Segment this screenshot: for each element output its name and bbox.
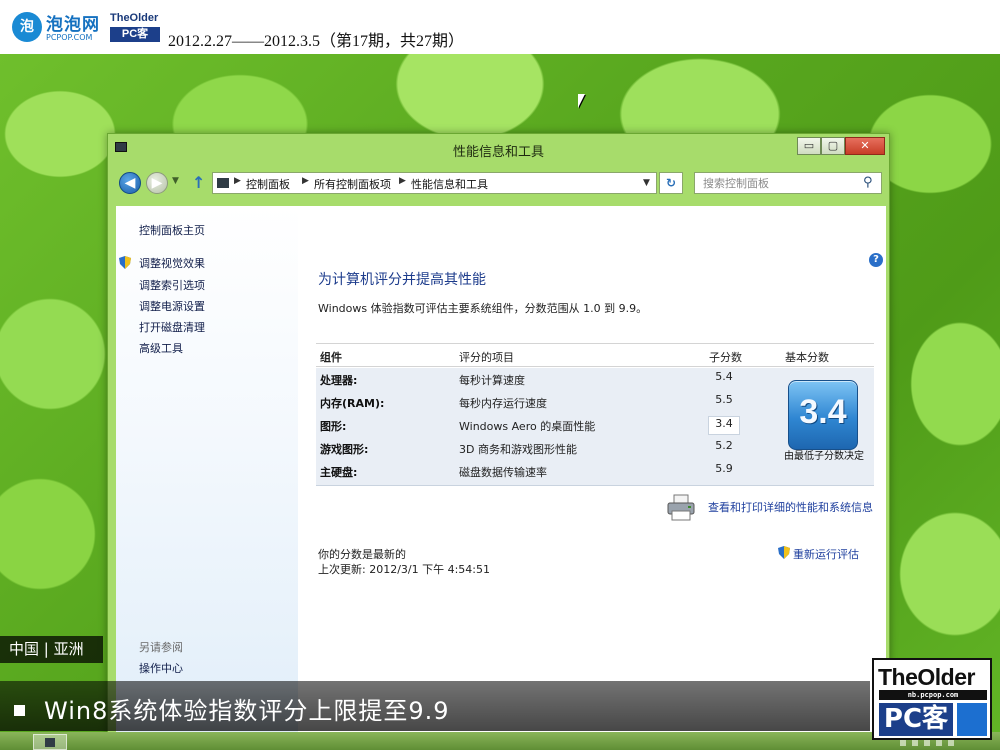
row-subscore: 5.4: [715, 370, 733, 383]
taskbar-explorer-button[interactable]: [33, 734, 67, 750]
row-subscore: 5.2: [715, 439, 733, 452]
row-rated-item: 磁盘数据传输速率: [459, 466, 547, 479]
nav-adjust-visual-effects-label: 调整视觉效果: [139, 257, 205, 270]
pcpop-name: 泡泡网: [46, 15, 100, 35]
help-icon[interactable]: ?: [869, 253, 883, 267]
search-box[interactable]: ⚲: [694, 172, 882, 194]
logo-blue-block: [957, 703, 987, 736]
page-header: 泡 泡泡网 PCPOP.COM TheOlder PC客 2012.2.27——…: [0, 0, 1000, 54]
window-title: 性能信息和工具: [452, 145, 544, 160]
mouse-cursor-icon: [578, 94, 585, 108]
pcpop-logo-icon: 泡: [12, 12, 42, 42]
pcpop-url: PCPOP.COM: [46, 33, 93, 42]
base-score-value: 3.4: [799, 393, 847, 431]
close-button[interactable]: ✕: [845, 137, 885, 155]
left-navigation-pane: 控制面板主页 调整视觉效果 调整索引选项 调整电源设置 打开磁盘清理 高级工具 …: [116, 206, 298, 738]
table-row: 图形: Windows Aero 的桌面性能 3.4: [316, 414, 776, 437]
theolder-pc-logo: TheOlder nb.pcpop.com PC客: [872, 658, 992, 740]
column-header-component: 组件: [320, 351, 342, 364]
rerun-assessment-link[interactable]: 重新运行评估: [778, 546, 859, 562]
caption-text: Win8系统体验指数评分上限提至9.9: [44, 697, 450, 725]
search-icon[interactable]: ⚲: [863, 175, 873, 190]
navigation-toolbar: ◀ ▶ ▼ ↑ ▶ 控制面板 ▶ 所有控制面板项 ▶ 性能信息和工具 ▼ ↻ ⚲: [108, 162, 889, 204]
minimize-button[interactable]: ▭: [797, 137, 821, 155]
see-also-label: 另请参阅: [139, 641, 183, 654]
page-description: Windows 体验指数可评估主要系统组件，分数范围从 1.0 到 9.9。: [318, 302, 648, 315]
search-input[interactable]: [695, 173, 855, 193]
page-heading: 为计算机评分并提高其性能: [318, 272, 486, 288]
logo-theolder-text: TheOlder: [878, 664, 975, 690]
performance-info-window: 性能信息和工具 ▭ ▢ ✕ ◀ ▶ ▼ ↑ ▶ 控制面板 ▶ 所有控制面板项 ▶…: [107, 133, 890, 743]
nav-adjust-visual-effects[interactable]: 调整视觉效果: [119, 255, 205, 271]
row-component: 图形:: [320, 420, 347, 433]
score-table-body: 处理器: 每秒计算速度 5.4 内存(RAM): 每秒内存运行速度 5.5 图形…: [316, 368, 874, 486]
rerun-assessment-label: 重新运行评估: [793, 548, 859, 561]
nav-adjust-power[interactable]: 调整电源设置: [139, 298, 205, 314]
base-score-caption: 由最低子分数决定: [784, 451, 864, 462]
table-row: 内存(RAM): 每秒内存运行速度 5.5: [316, 391, 776, 414]
breadcrumb-separator-icon[interactable]: ▶: [302, 176, 309, 186]
uac-shield-icon: [119, 256, 131, 269]
nav-adjust-indexing[interactable]: 调整索引选项: [139, 277, 205, 293]
nav-action-center[interactable]: 操作中心: [139, 660, 183, 676]
logo-pc-text: PC客: [879, 703, 953, 736]
forward-button[interactable]: ▶: [146, 172, 168, 194]
row-rated-item: Windows Aero 的桌面性能: [459, 420, 596, 433]
score-table-header: 组件 评分的项目 子分数 基本分数: [316, 343, 874, 367]
column-header-subscore: 子分数: [709, 351, 742, 364]
up-level-button[interactable]: ↑: [192, 173, 205, 192]
row-component: 内存(RAM):: [320, 397, 385, 410]
view-print-details-link[interactable]: 查看和打印详细的性能和系统信息: [708, 499, 873, 515]
row-subscore-lowest: 3.4: [708, 416, 740, 435]
caption-bar: Win8系统体验指数评分上限提至9.9: [0, 681, 870, 731]
maximize-button[interactable]: ▢: [821, 137, 845, 155]
address-bar[interactable]: ▶ 控制面板 ▶ 所有控制面板项 ▶ 性能信息和工具 ▼: [212, 172, 657, 194]
taskbar: [0, 732, 1000, 750]
base-score-badge: 3.4: [788, 380, 858, 450]
nav-disk-cleanup[interactable]: 打开磁盘清理: [139, 319, 205, 335]
nav-control-panel-home[interactable]: 控制面板主页: [139, 222, 205, 238]
main-content-pane: ? 为计算机评分并提高其性能 Windows 体验指数可评估主要系统组件，分数范…: [298, 206, 886, 738]
region-label: 中国 | 亚洲: [0, 636, 103, 663]
theolder-logo-text: TheOlder: [110, 12, 159, 24]
row-component: 主硬盘:: [320, 466, 358, 479]
caption-bullet-icon: [14, 705, 25, 716]
breadcrumb-control-panel[interactable]: 控制面板: [246, 176, 290, 192]
score-status: 你的分数是最新的: [318, 548, 406, 561]
row-subscore: 5.9: [715, 462, 733, 475]
row-component: 处理器:: [320, 374, 358, 387]
issue-date-range: 2012.2.27——2012.3.5（第17期，共27期）: [168, 33, 465, 50]
row-rated-item: 每秒计算速度: [459, 374, 525, 387]
desktop-wallpaper: 性能信息和工具 ▭ ▢ ✕ ◀ ▶ ▼ ↑ ▶ 控制面板 ▶ 所有控制面板项 ▶…: [0, 54, 1000, 750]
last-updated: 上次更新: 2012/3/1 下午 4:54:51: [318, 563, 491, 576]
breadcrumb-performance[interactable]: 性能信息和工具: [411, 176, 488, 192]
row-subscore: 5.5: [715, 393, 733, 406]
table-row: 游戏图形: 3D 商务和游戏图形性能 5.2: [316, 437, 776, 460]
back-button[interactable]: ◀: [119, 172, 141, 194]
row-rated-item: 每秒内存运行速度: [459, 397, 547, 410]
table-row: 处理器: 每秒计算速度 5.4: [316, 368, 776, 391]
uac-shield-icon: [778, 546, 790, 559]
nav-advanced-tools[interactable]: 高级工具: [139, 340, 183, 356]
breadcrumb-all-items[interactable]: 所有控制面板项: [314, 176, 391, 192]
column-header-base-score: 基本分数: [785, 351, 829, 364]
theolder-logo-pc: PC客: [110, 27, 160, 42]
breadcrumb-separator-icon[interactable]: ▶: [399, 176, 406, 186]
table-row: 主硬盘: 磁盘数据传输速率 5.9: [316, 460, 776, 483]
printer-icon: [667, 494, 695, 521]
address-dropdown-icon[interactable]: ▼: [643, 178, 650, 188]
column-header-rated-item: 评分的项目: [459, 351, 514, 364]
refresh-button[interactable]: ↻: [659, 172, 683, 194]
breadcrumb-separator-icon[interactable]: ▶: [234, 176, 241, 186]
logo-url: nb.pcpop.com: [879, 690, 987, 700]
control-panel-icon: [45, 738, 55, 747]
row-rated-item: 3D 商务和游戏图形性能: [459, 443, 577, 456]
recent-pages-dropdown-icon[interactable]: ▼: [172, 176, 179, 186]
row-component: 游戏图形:: [320, 443, 369, 456]
control-panel-icon: [217, 178, 229, 188]
window-titlebar[interactable]: 性能信息和工具 ▭ ▢ ✕: [108, 134, 889, 162]
